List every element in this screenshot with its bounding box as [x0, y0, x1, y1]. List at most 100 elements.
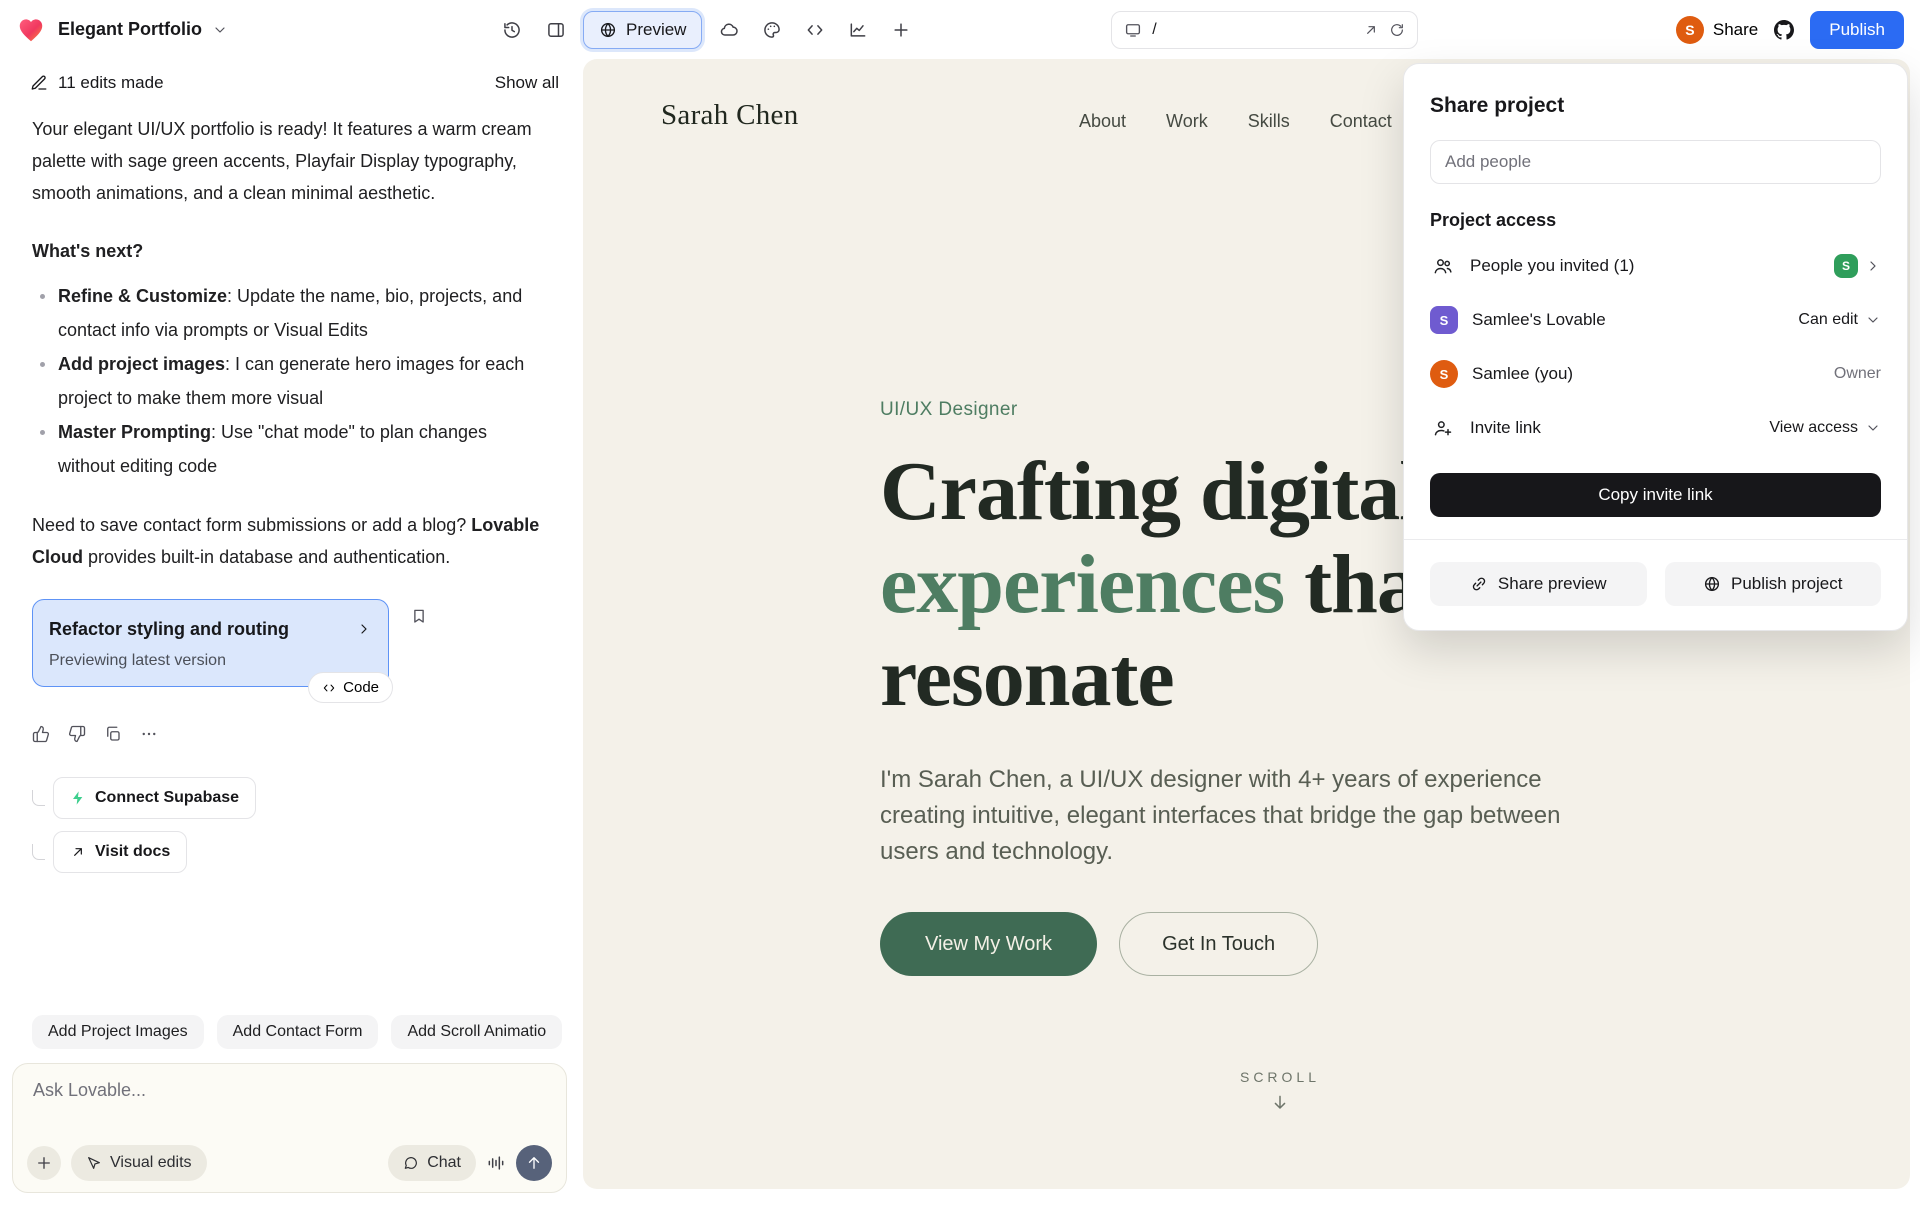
bullet-title: Refine & Customize — [58, 286, 227, 306]
preview-button-label: Preview — [626, 20, 686, 40]
invite-link-row[interactable]: Invite link View access — [1430, 401, 1881, 455]
workspace-permission-dropdown[interactable]: Can edit — [1798, 311, 1881, 329]
visit-docs-button[interactable]: Visit docs — [53, 831, 187, 873]
project-name[interactable]: Elegant Portfolio — [58, 19, 202, 40]
view-my-work-button[interactable]: View My Work — [880, 912, 1097, 976]
nav-skills[interactable]: Skills — [1248, 111, 1290, 132]
access-rows: People you invited (1) S S Samlee's Lova… — [1430, 239, 1881, 455]
layout-panel-button[interactable] — [537, 11, 575, 49]
chat-input[interactable] — [33, 1080, 546, 1101]
list-item: Master Prompting: Use "chat mode" to pla… — [32, 415, 547, 483]
nav-work[interactable]: Work — [1166, 111, 1208, 132]
copy-message-button[interactable] — [104, 725, 122, 743]
hero-bio: I'm Sarah Chen, a UI/UX designer with 4+… — [880, 762, 1625, 870]
heading-line3: resonate — [880, 631, 1174, 724]
topbar-left: Elegant Portfolio — [16, 11, 583, 49]
chat-mode-label: Chat — [427, 1154, 461, 1172]
voice-input-button[interactable] — [486, 1153, 506, 1173]
show-all-button[interactable]: Show all — [495, 73, 559, 93]
user-avatar: S — [1676, 16, 1704, 44]
plus-button[interactable] — [882, 11, 920, 49]
tree-connector — [32, 844, 45, 860]
palette-button[interactable] — [753, 11, 791, 49]
open-in-new-tab-icon[interactable] — [1363, 22, 1379, 38]
add-people-input[interactable] — [1430, 140, 1881, 184]
url-path[interactable]: / — [1152, 21, 1353, 39]
edits-header: 11 edits made Show all — [0, 59, 583, 99]
publish-project-button[interactable]: Publish project — [1665, 562, 1882, 606]
more-options-button[interactable] — [140, 725, 158, 743]
url-bar[interactable]: / — [1111, 11, 1418, 49]
workspace-access-row[interactable]: S Samlee's Lovable Can edit — [1430, 293, 1881, 347]
workspace-label: Samlee's Lovable — [1472, 310, 1784, 330]
github-button[interactable] — [1772, 18, 1796, 42]
history-button[interactable] — [493, 11, 531, 49]
get-in-touch-button[interactable]: Get In Touch — [1119, 912, 1318, 976]
invite-link-permission-dropdown[interactable]: View access — [1769, 419, 1881, 437]
chat-mode-button[interactable]: Chat — [388, 1145, 476, 1181]
toolbar-icons — [710, 11, 920, 49]
bookmark-button[interactable] — [410, 607, 428, 625]
code-button[interactable] — [796, 11, 834, 49]
thumbs-up-button[interactable] — [32, 725, 50, 743]
chat-bubble-icon — [403, 1155, 419, 1171]
globe-icon — [599, 21, 617, 39]
site-brand[interactable]: Sarah Chen — [661, 99, 799, 132]
share-button-label: Share — [1713, 20, 1758, 40]
scroll-indicator: SCROLL — [1205, 1069, 1355, 1113]
share-preview-label: Share preview — [1498, 574, 1607, 594]
nav-about[interactable]: About — [1079, 111, 1126, 132]
share-button[interactable]: S Share — [1676, 16, 1758, 44]
lovable-logo-icon[interactable] — [16, 15, 46, 45]
copy-invite-link-button[interactable]: Copy invite link — [1430, 473, 1881, 517]
bullet-title: Master Prompting — [58, 422, 211, 442]
bullet-title: Add project images — [58, 354, 225, 374]
invited-avatar: S — [1834, 254, 1858, 278]
suggestion-chip[interactable]: Add Contact Form — [217, 1015, 379, 1049]
docs-row: Visit docs — [32, 831, 547, 873]
chat-message: Your elegant UI/UX portfolio is ready! I… — [0, 99, 583, 873]
edits-icon — [30, 74, 48, 92]
modal-divider — [1404, 539, 1907, 540]
version-card-wrap: Refactor styling and routing Previewing … — [32, 599, 389, 687]
visual-edits-button[interactable]: Visual edits — [71, 1145, 207, 1181]
add-attachment-button[interactable] — [27, 1146, 61, 1180]
composer[interactable]: Visual edits Chat — [12, 1063, 567, 1193]
chat-panel: 11 edits made Show all Your elegant UI/U… — [0, 59, 583, 1205]
whats-next-heading: What's next? — [32, 235, 547, 267]
external-link-icon — [70, 844, 86, 860]
supabase-row: Connect Supabase — [32, 777, 547, 819]
share-preview-button[interactable]: Share preview — [1430, 562, 1647, 606]
owner-row: S Samlee (you) Owner — [1430, 347, 1881, 401]
list-item: Refine & Customize: Update the name, bio… — [32, 279, 547, 347]
cloud-button[interactable] — [710, 11, 748, 49]
suggestion-chip[interactable]: Add Scroll Animatio — [391, 1015, 562, 1049]
analytics-button[interactable] — [839, 11, 877, 49]
suggestion-chip[interactable]: Add Project Images — [32, 1015, 204, 1049]
people-invited-row[interactable]: People you invited (1) S — [1430, 239, 1881, 293]
owner-label: Samlee (you) — [1472, 364, 1820, 384]
nav-contact[interactable]: Contact — [1330, 111, 1392, 132]
version-card-title: Refactor styling and routing — [49, 613, 289, 645]
preview-button[interactable]: Preview — [583, 11, 702, 49]
people-icon — [1430, 256, 1456, 276]
owner-role: Owner — [1834, 365, 1881, 383]
publish-button[interactable]: Publish — [1810, 11, 1904, 49]
edits-count: 11 edits made — [58, 73, 164, 93]
modal-title: Share project — [1430, 94, 1881, 118]
monitor-icon[interactable] — [1124, 21, 1142, 39]
cloud-note: Need to save contact form submissions or… — [32, 509, 547, 573]
thumbs-down-button[interactable] — [68, 725, 86, 743]
topbar: Elegant Portfolio Preview — [0, 0, 1920, 59]
code-chip-button[interactable]: Code — [308, 672, 393, 703]
owner-avatar: S — [1430, 360, 1458, 388]
refresh-icon[interactable] — [1389, 22, 1405, 38]
invite-link-label: Invite link — [1470, 418, 1755, 438]
chevron-down-icon[interactable] — [212, 22, 228, 38]
globe-icon — [1703, 575, 1721, 593]
connect-supabase-button[interactable]: Connect Supabase — [53, 777, 256, 819]
project-access-heading: Project access — [1430, 210, 1881, 231]
send-button[interactable] — [516, 1145, 552, 1181]
chevron-right-icon — [1865, 258, 1881, 274]
people-invited-label: People you invited (1) — [1470, 256, 1820, 276]
